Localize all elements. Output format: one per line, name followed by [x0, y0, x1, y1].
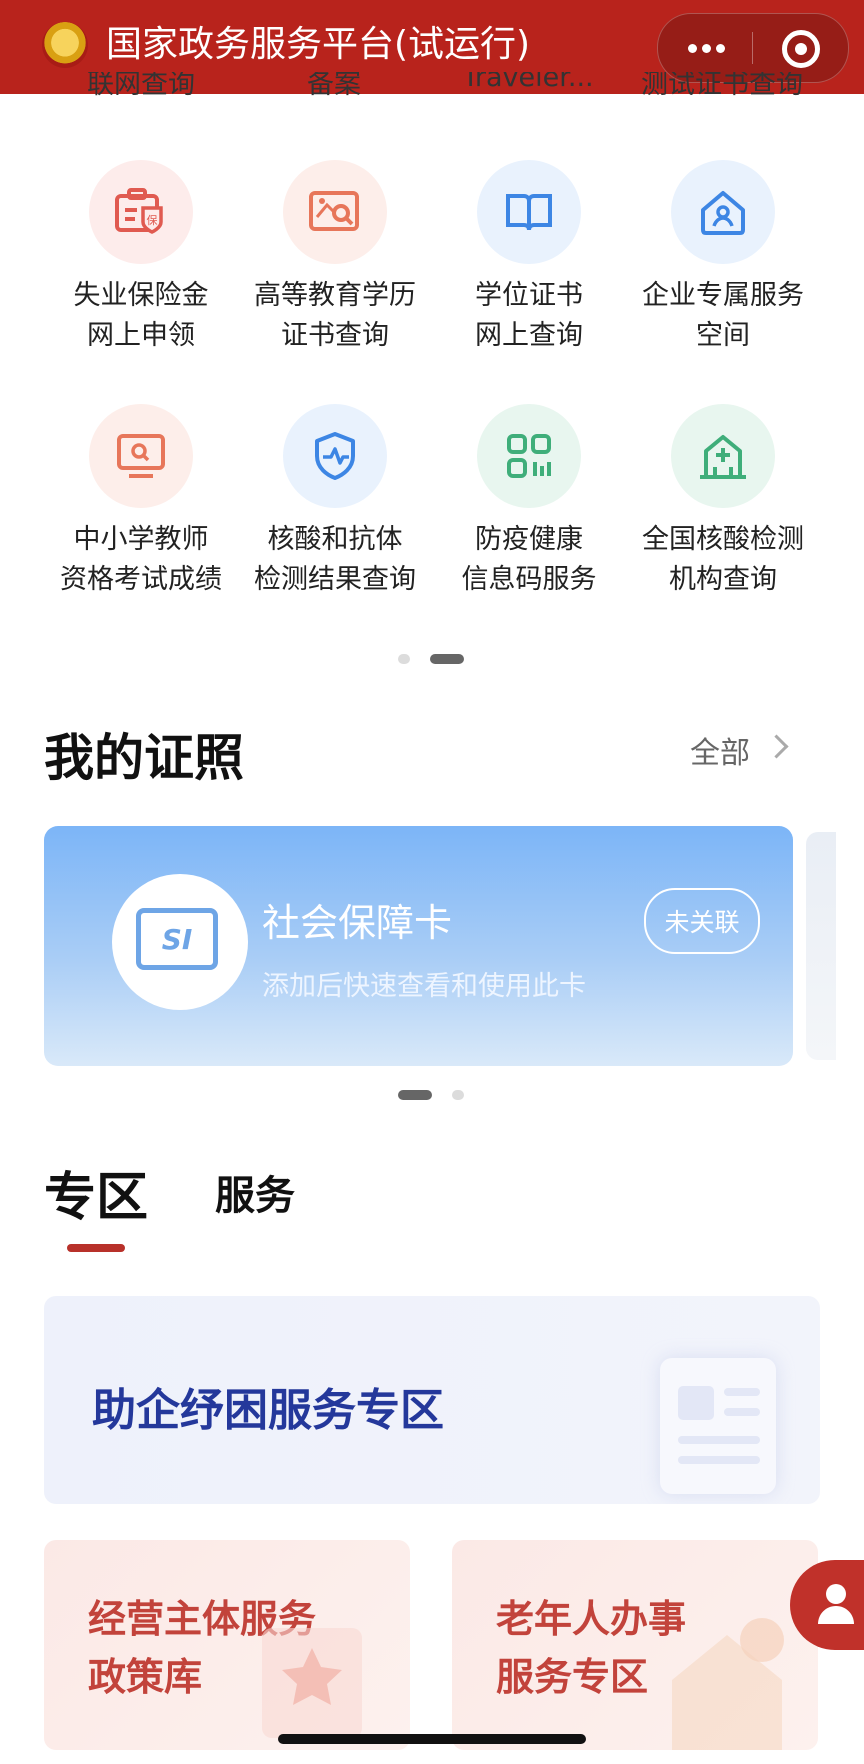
capsule-divider — [752, 32, 753, 64]
service-label: 高等教育学历 — [254, 280, 416, 311]
national-emblem-icon — [42, 22, 88, 68]
service-label: 资格考试成绩 — [60, 564, 222, 595]
zone-tile-policy-library[interactable]: 经营主体服务 政策库 — [44, 1540, 410, 1750]
card-status-badge[interactable]: 未关联 — [644, 888, 760, 954]
service-label: 机构查询 — [669, 564, 777, 595]
service-label: 失业保险金 — [73, 280, 209, 311]
app-title: 国家政务服务平台(试运行) — [106, 24, 531, 65]
service-label: 检测结果查询 — [254, 564, 416, 595]
card-page-dot[interactable] — [452, 1090, 464, 1100]
card-logo: SI — [112, 874, 248, 1010]
service-label: 中小学教师 — [73, 524, 209, 555]
service-testing-institution[interactable]: 全国核酸检测 机构查询 — [628, 404, 818, 600]
service-academic-degree[interactable]: 学位证书 网上查询 — [434, 160, 624, 356]
service-label: 企业专属服务 — [642, 280, 804, 311]
service-degree-certificate-search[interactable]: 高等教育学历 证书查询 — [240, 160, 430, 356]
user-icon — [818, 1584, 854, 1624]
service-label-clipped[interactable]: 备案 — [234, 72, 434, 101]
service-label: 证书查询 — [281, 320, 389, 351]
shield-pulse-icon — [283, 404, 387, 508]
chevron-right-icon[interactable] — [764, 734, 789, 759]
close-miniprogram-button[interactable] — [782, 30, 820, 68]
enterprise-home-icon — [671, 160, 775, 264]
service-label: 学位证书 — [475, 280, 583, 311]
zone-tile-elderly-services[interactable]: 老年人办事 服务专区 — [452, 1540, 818, 1750]
zone-banner-enterprise-relief[interactable]: 助企纾困服务专区 — [44, 1296, 820, 1504]
social-insurance-logo-icon: SI — [136, 908, 218, 970]
service-label: 信息码服务 — [461, 564, 597, 595]
star-badge-icon — [262, 1628, 362, 1738]
section-title-licenses: 我的证照 — [44, 729, 244, 787]
social-security-card[interactable]: SI 社会保障卡 添加后快速查看和使用此卡 未关联 — [44, 826, 793, 1066]
service-label: 防疫健康 — [475, 524, 583, 555]
more-options-button[interactable] — [686, 36, 728, 60]
insurance-card-icon: 保 — [89, 160, 193, 264]
page-dot-active[interactable] — [430, 654, 464, 664]
card-title: 社会保障卡 — [262, 901, 453, 945]
service-label: 网上查询 — [475, 320, 583, 351]
home-indicator — [278, 1734, 586, 1744]
document-card-icon — [660, 1358, 776, 1494]
service-label-clipped[interactable]: 联网查询 — [41, 72, 241, 101]
card-subtitle: 添加后快速查看和使用此卡 — [262, 971, 586, 1002]
service-enterprise-space[interactable]: 企业专属服务 空间 — [628, 160, 818, 356]
service-label: 全国核酸检测 — [642, 524, 804, 555]
monitor-search-icon — [89, 404, 193, 508]
service-label: 核酸和抗体 — [267, 524, 403, 555]
next-card-peek[interactable] — [806, 832, 836, 1060]
tab-zone[interactable]: 专区 — [44, 1155, 148, 1230]
service-health-code[interactable]: 防疫健康 信息码服务 — [434, 404, 624, 600]
service-nucleic-acid-result[interactable]: 核酸和抗体检测结果查询 — [240, 404, 430, 600]
svg-text:保: 保 — [147, 213, 158, 227]
service-label-clipped[interactable]: 测试证书查询 — [622, 72, 822, 101]
certificate-search-icon — [283, 160, 387, 264]
qr-code-icon — [477, 404, 581, 508]
banner-title: 助企纾困服务专区 — [92, 1385, 444, 1436]
book-icon — [477, 160, 581, 264]
service-label: 空间 — [696, 320, 750, 351]
service-unemployment-insurance[interactable]: 保 失业保险金网上申领 — [46, 160, 236, 356]
card-page-dot-active[interactable] — [398, 1090, 432, 1100]
tab-services[interactable]: 服务 — [215, 1163, 295, 1221]
view-all-link[interactable]: 全部 — [690, 728, 750, 772]
clipped-service-row: 联网查询 备案 Traveler... 测试证书查询 — [0, 72, 864, 110]
house-illustration-icon — [672, 1618, 784, 1750]
hospital-icon — [671, 404, 775, 508]
tab-active-underline — [67, 1244, 125, 1252]
service-label: 网上申领 — [87, 320, 195, 351]
service-teacher-exam-score[interactable]: 中小学教师资格考试成绩 — [46, 404, 236, 600]
service-label-clipped[interactable]: Traveler... — [428, 72, 628, 93]
page-dot[interactable] — [398, 654, 410, 664]
